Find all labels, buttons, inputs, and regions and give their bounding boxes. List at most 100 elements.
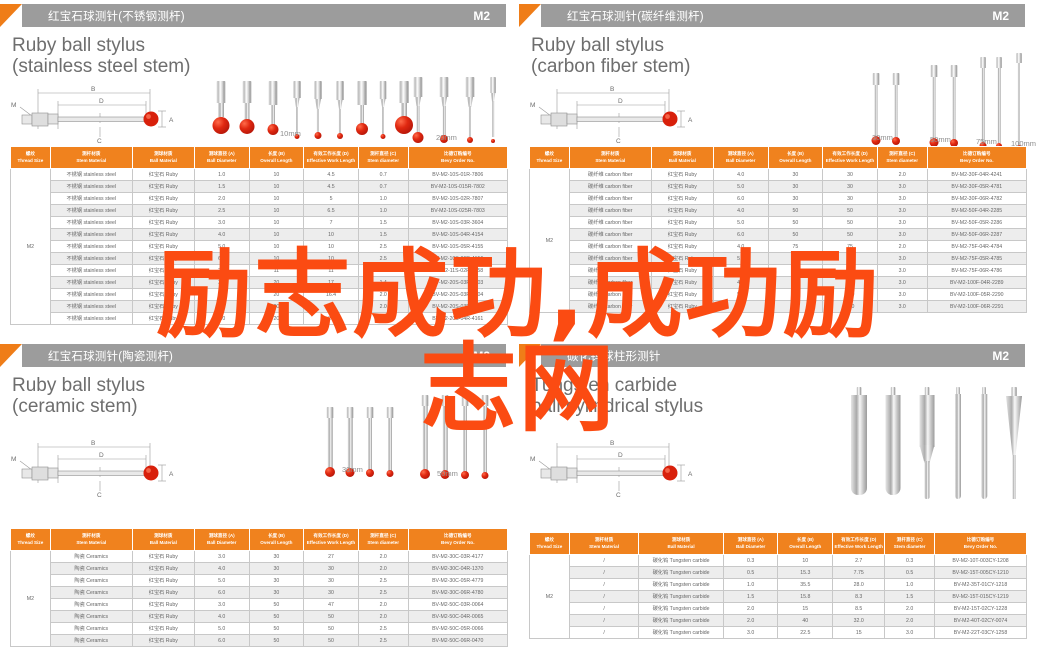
cell-4: 2.7 bbox=[832, 554, 886, 567]
svg-text:A: A bbox=[688, 471, 693, 478]
technical-diagram: B D C A M bbox=[10, 83, 190, 145]
table-header-row: 螺纹 Thread Size 测杆材质 Stem Material 测球材质 Ball M… bbox=[529, 146, 1028, 169]
stylus-photo bbox=[417, 395, 433, 479]
cell-5: 3.0 bbox=[876, 204, 928, 217]
cell-thread-size: M2 bbox=[529, 168, 570, 313]
cell-2: 4.0 bbox=[712, 204, 769, 217]
col-header-cn: 有效工作长度 (D) bbox=[841, 536, 877, 542]
cell-2: 6.0 bbox=[712, 192, 769, 205]
cell-2: 2.0 bbox=[193, 264, 250, 277]
product-title-line2: (stainless steel stem) bbox=[12, 56, 191, 78]
spec-table-wrap: 螺纹 Thread Size 测杆材质 Stem Material 测球材质 Ball M… bbox=[529, 146, 1028, 313]
col-header-cn: 长度 (B) bbox=[786, 150, 804, 156]
cell-6: BV-M2-30C-06R-4780 bbox=[407, 586, 509, 599]
cell-0: 陶瓷 Ceramics bbox=[49, 550, 133, 563]
cell-6: BV-M2-30C-05R-4779 bbox=[407, 574, 509, 587]
cell-1: 红宝石 Ruby bbox=[650, 228, 714, 241]
cell-3: 50 bbox=[248, 610, 305, 623]
cell-3: 50 bbox=[767, 204, 824, 217]
col-header-en: Stem Material bbox=[589, 543, 619, 549]
col-header-3: 测球直径 (A) Ball Diameter bbox=[722, 532, 779, 555]
cell-thread-size: M2 bbox=[10, 550, 51, 647]
cell-3: 75 bbox=[767, 252, 824, 265]
product-title-line1: Tungsten carbide bbox=[531, 375, 678, 396]
cell-5: 0.7 bbox=[357, 180, 409, 193]
cell-0: 碳纤维 carbon fiber bbox=[568, 264, 652, 277]
scale-label: 20mm bbox=[436, 133, 457, 142]
cell-1: 碳化钨 Tungsten carbide bbox=[638, 590, 724, 603]
table-row: 不锈钢 stainless steel 红宝石 Ruby 6.0 10 10 2.5 BV-… bbox=[11, 252, 509, 265]
cell-1: 碳化钨 Tungsten carbide bbox=[638, 626, 724, 639]
panel-body: Ruby ball stylus (stainless steel stem) bbox=[0, 27, 518, 145]
cell-0: / bbox=[568, 590, 640, 603]
cell-3: 100 bbox=[767, 288, 824, 301]
cell-3: 30 bbox=[767, 180, 824, 193]
cell-2: 6.0 bbox=[712, 264, 769, 277]
cell-5: 3.0 bbox=[876, 180, 928, 193]
cell-6: BV-M2-30C-03R-4177 bbox=[407, 550, 509, 563]
cell-1: 红宝石 Ruby bbox=[131, 288, 195, 301]
cell-3: 10 bbox=[248, 168, 305, 181]
table-header-row: 螺纹 Thread Size 测杆材质 Stem Material 测球材质 Ball M… bbox=[529, 532, 1028, 555]
col-header-0: 螺纹 Thread Size bbox=[10, 528, 51, 551]
cell-4: 50 bbox=[822, 228, 878, 241]
cell-3: 50 bbox=[248, 622, 305, 635]
stylus-photo bbox=[329, 81, 351, 141]
table-row: / 碳化钨 Tungsten carbide 2.0 15 8.5 2.0 BV-M2-15… bbox=[530, 602, 1028, 615]
cell-5: 2.5 bbox=[357, 252, 409, 265]
cell-5: 2.5 bbox=[357, 574, 409, 587]
col-header-cn: 测球直径 (A) bbox=[208, 532, 235, 538]
panel-header: 红宝石球测针(碳纤维测杆) M2 bbox=[519, 4, 1025, 27]
stylus-photo bbox=[236, 81, 258, 141]
cell-2: 5.0 bbox=[193, 240, 250, 253]
cell-0: 碳纤维 carbon fiber bbox=[568, 300, 652, 313]
product-photo-group-75mm: 75mm bbox=[974, 41, 1010, 149]
col-header-en: Ball Diameter bbox=[735, 543, 766, 549]
cell-5: 2.0 bbox=[884, 602, 935, 615]
table-row: / 碳化钨 Tungsten carbide 1.5 15.8 8.3 1.5 BV-M2-… bbox=[530, 590, 1028, 603]
cell-3: 50 bbox=[767, 228, 824, 241]
spec-table-wrap: 螺纹 Thread Size 测杆材质 Stem Material 测球材质 Ball M… bbox=[10, 146, 509, 325]
table-row: 碳纤维 carbon fiber 红宝石 Ruby 6.0 50 50 3.0 BV-M2-… bbox=[530, 228, 1028, 241]
cell-1: 红宝石 Ruby bbox=[131, 562, 195, 575]
col-header-cn: 测球直径 (A) bbox=[737, 536, 764, 542]
col-header-en: Thread Size bbox=[536, 157, 563, 163]
col-header-4: 长度 (B) Overall Length bbox=[767, 146, 824, 169]
product-photo-group-carbide bbox=[844, 383, 1034, 499]
cell-6: BV-M2-50C-05R-0066 bbox=[407, 622, 509, 635]
cell-2: 4.0 bbox=[712, 168, 769, 181]
col-header-7: 比德订购编号 Bevy Order No. bbox=[933, 532, 1028, 555]
cell-2: 4.0 bbox=[712, 276, 769, 289]
cell-4: 7 bbox=[303, 216, 359, 229]
table-row: 碳纤维 carbon fiber 红宝石 Ruby 4.0 75 75 2.0 BV-M2-… bbox=[530, 240, 1028, 253]
svg-text:B: B bbox=[610, 440, 614, 447]
col-header-en: Effective Work Length bbox=[834, 543, 883, 549]
cell-0: 碳纤维 carbon fiber bbox=[568, 204, 652, 217]
panel-ruby-carbon: 红宝石球测针(碳纤维测杆) M2 Ruby ball stylus (carbo… bbox=[519, 0, 1037, 340]
cell-6: BV-M2-10S-04R-4154 bbox=[407, 228, 509, 241]
cell-6: BV-M2-15T-015CY-1219 bbox=[933, 590, 1028, 603]
panel-ruby-ceramic: 红宝石球测针(陶瓷测杆) M2 Ruby ball stylus (cerami… bbox=[0, 340, 518, 672]
cell-3: 10 bbox=[248, 216, 305, 229]
cell-3: 10 bbox=[248, 192, 305, 205]
col-header-en: Ball Material bbox=[149, 157, 177, 163]
cell-4: 8.5 bbox=[832, 602, 886, 615]
svg-text:M: M bbox=[530, 102, 535, 109]
cell-6: BV-M2-100F-04R-2289 bbox=[926, 276, 1028, 289]
col-header-cn: 螺纹 bbox=[25, 150, 35, 156]
cell-3: 15.3 bbox=[777, 566, 834, 579]
col-header-cn: 测球材质 bbox=[673, 150, 692, 156]
col-header-en: Ball Diameter bbox=[726, 157, 756, 163]
col-header-cn: 测杆直径 (C) bbox=[370, 150, 397, 156]
scale-label: 30mm bbox=[872, 133, 893, 142]
cell-4: 16.4 bbox=[303, 288, 359, 301]
col-header-1: 测杆材质 Stem Material bbox=[49, 528, 133, 551]
cell-2: 6.0 bbox=[712, 228, 769, 241]
col-header-en: Bevy Order No. bbox=[963, 543, 998, 549]
cell-1: 红宝石 Ruby bbox=[650, 300, 714, 313]
cell-5: 1.0 bbox=[884, 578, 935, 591]
cell-0: 碳纤维 carbon fiber bbox=[568, 168, 652, 181]
orange-triangle-icon bbox=[519, 344, 541, 367]
panel-body: Ruby ball stylus (carbon fiber stem) B D… bbox=[519, 27, 1037, 151]
cell-4: 100 bbox=[822, 276, 878, 289]
